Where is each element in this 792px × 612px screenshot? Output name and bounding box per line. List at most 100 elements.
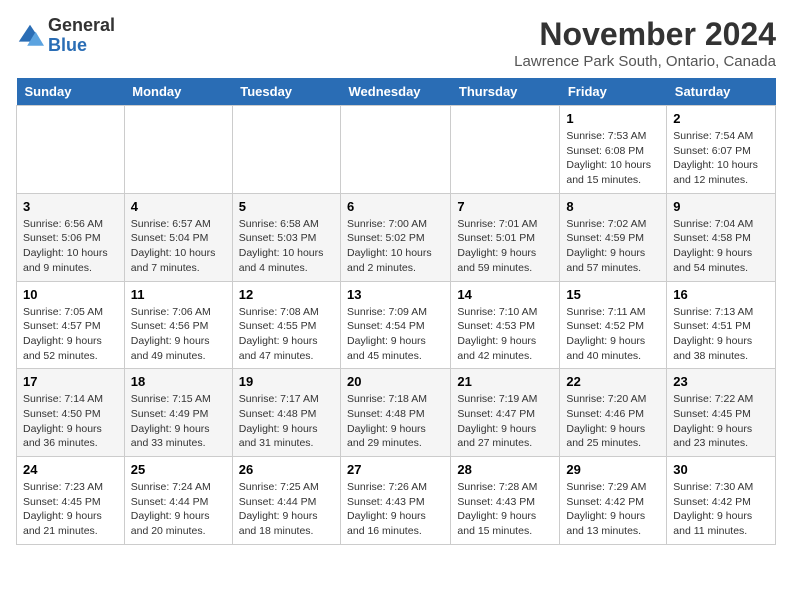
calendar-cell: 17 Sunrise: 7:14 AMSunset: 4:50 PMDayligh… xyxy=(17,369,125,457)
day-number: 13 xyxy=(347,287,444,302)
day-number: 19 xyxy=(239,374,334,389)
day-info: Sunrise: 7:10 AMSunset: 4:53 PMDaylight:… xyxy=(457,305,553,364)
day-number: 23 xyxy=(673,374,769,389)
day-info: Sunrise: 7:19 AMSunset: 4:47 PMDaylight:… xyxy=(457,392,553,451)
day-info: Sunrise: 7:26 AMSunset: 4:43 PMDaylight:… xyxy=(347,480,444,539)
calendar-cell: 2 Sunrise: 7:54 AMSunset: 6:07 PMDaylight… xyxy=(667,106,776,194)
day-number: 8 xyxy=(566,199,660,214)
header-wednesday: Wednesday xyxy=(341,78,451,106)
title-area: November 2024 Lawrence Park South, Ontar… xyxy=(514,16,776,70)
day-info: Sunrise: 7:18 AMSunset: 4:48 PMDaylight:… xyxy=(347,392,444,451)
calendar-cell: 16 Sunrise: 7:13 AMSunset: 4:51 PMDayligh… xyxy=(667,281,776,369)
day-number: 27 xyxy=(347,462,444,477)
day-info: Sunrise: 6:58 AMSunset: 5:03 PMDaylight:… xyxy=(239,217,334,276)
day-info: Sunrise: 7:30 AMSunset: 4:42 PMDaylight:… xyxy=(673,480,769,539)
week-row-5: 24Sunrise: 7:23 AMSunset: 4:45 PMDayligh… xyxy=(17,457,776,545)
day-info: Sunrise: 7:13 AMSunset: 4:51 PMDaylight:… xyxy=(673,305,769,364)
day-number: 17 xyxy=(23,374,118,389)
day-info: Sunrise: 7:06 AMSunset: 4:56 PMDaylight:… xyxy=(131,305,226,364)
day-info: Sunrise: 7:23 AMSunset: 4:45 PMDaylight:… xyxy=(23,480,118,539)
calendar-cell: 24Sunrise: 7:23 AMSunset: 4:45 PMDayligh… xyxy=(17,457,125,545)
day-info: Sunrise: 7:02 AMSunset: 4:59 PMDaylight:… xyxy=(566,217,660,276)
calendar-cell: 20 Sunrise: 7:18 AMSunset: 4:48 PMDayligh… xyxy=(341,369,451,457)
logo-general: General xyxy=(48,16,115,36)
calendar-cell xyxy=(124,106,232,194)
day-info: Sunrise: 7:09 AMSunset: 4:54 PMDaylight:… xyxy=(347,305,444,364)
day-number: 22 xyxy=(566,374,660,389)
day-info: Sunrise: 6:56 AMSunset: 5:06 PMDaylight:… xyxy=(23,217,118,276)
logo: General Blue xyxy=(16,16,115,56)
calendar-cell: 27 Sunrise: 7:26 AMSunset: 4:43 PMDayligh… xyxy=(341,457,451,545)
calendar-cell: 18 Sunrise: 7:15 AMSunset: 4:49 PMDayligh… xyxy=(124,369,232,457)
day-info: Sunrise: 7:01 AMSunset: 5:01 PMDaylight:… xyxy=(457,217,553,276)
header-monday: Monday xyxy=(124,78,232,106)
calendar-cell xyxy=(17,106,125,194)
day-info: Sunrise: 7:05 AMSunset: 4:57 PMDaylight:… xyxy=(23,305,118,364)
day-number: 5 xyxy=(239,199,334,214)
week-row-1: 1 Sunrise: 7:53 AMSunset: 6:08 PMDaylight… xyxy=(17,106,776,194)
calendar-cell: 13 Sunrise: 7:09 AMSunset: 4:54 PMDayligh… xyxy=(341,281,451,369)
day-info: Sunrise: 7:11 AMSunset: 4:52 PMDaylight:… xyxy=(566,305,660,364)
calendar-cell: 29 Sunrise: 7:29 AMSunset: 4:42 PMDayligh… xyxy=(560,457,667,545)
day-info: Sunrise: 7:00 AMSunset: 5:02 PMDaylight:… xyxy=(347,217,444,276)
calendar-cell: 23Sunrise: 7:22 AMSunset: 4:45 PMDayligh… xyxy=(667,369,776,457)
calendar-cell: 26Sunrise: 7:25 AMSunset: 4:44 PMDayligh… xyxy=(232,457,340,545)
day-info: Sunrise: 7:24 AMSunset: 4:44 PMDaylight:… xyxy=(131,480,226,539)
day-number: 18 xyxy=(131,374,226,389)
day-info: Sunrise: 7:28 AMSunset: 4:43 PMDaylight:… xyxy=(457,480,553,539)
calendar-cell: 7 Sunrise: 7:01 AMSunset: 5:01 PMDaylight… xyxy=(451,193,560,281)
day-number: 14 xyxy=(457,287,553,302)
calendar-cell: 4Sunrise: 6:57 AMSunset: 5:04 PMDaylight… xyxy=(124,193,232,281)
calendar-cell: 30 Sunrise: 7:30 AMSunset: 4:42 PMDayligh… xyxy=(667,457,776,545)
header-saturday: Saturday xyxy=(667,78,776,106)
day-number: 16 xyxy=(673,287,769,302)
day-number: 3 xyxy=(23,199,118,214)
calendar-cell: 8 Sunrise: 7:02 AMSunset: 4:59 PMDaylight… xyxy=(560,193,667,281)
day-number: 28 xyxy=(457,462,553,477)
calendar-cell xyxy=(451,106,560,194)
day-info: Sunrise: 7:29 AMSunset: 4:42 PMDaylight:… xyxy=(566,480,660,539)
calendar-cell: 1 Sunrise: 7:53 AMSunset: 6:08 PMDaylight… xyxy=(560,106,667,194)
day-info: Sunrise: 7:15 AMSunset: 4:49 PMDaylight:… xyxy=(131,392,226,451)
week-row-3: 10 Sunrise: 7:05 AMSunset: 4:57 PMDayligh… xyxy=(17,281,776,369)
day-number: 11 xyxy=(131,287,226,302)
day-info: Sunrise: 7:04 AMSunset: 4:58 PMDaylight:… xyxy=(673,217,769,276)
header-tuesday: Tuesday xyxy=(232,78,340,106)
calendar-cell: 15 Sunrise: 7:11 AMSunset: 4:52 PMDayligh… xyxy=(560,281,667,369)
day-info: Sunrise: 7:17 AMSunset: 4:48 PMDaylight:… xyxy=(239,392,334,451)
day-info: Sunrise: 7:14 AMSunset: 4:50 PMDaylight:… xyxy=(23,392,118,451)
month-title: November 2024 xyxy=(514,16,776,53)
day-number: 10 xyxy=(23,287,118,302)
calendar-cell: 28 Sunrise: 7:28 AMSunset: 4:43 PMDayligh… xyxy=(451,457,560,545)
calendar-cell: 21Sunrise: 7:19 AMSunset: 4:47 PMDayligh… xyxy=(451,369,560,457)
day-number: 9 xyxy=(673,199,769,214)
day-info: Sunrise: 7:20 AMSunset: 4:46 PMDaylight:… xyxy=(566,392,660,451)
day-info: Sunrise: 7:25 AMSunset: 4:44 PMDaylight:… xyxy=(239,480,334,539)
day-number: 12 xyxy=(239,287,334,302)
calendar-cell: 19 Sunrise: 7:17 AMSunset: 4:48 PMDayligh… xyxy=(232,369,340,457)
calendar-header-row: SundayMondayTuesdayWednesdayThursdayFrid… xyxy=(17,78,776,106)
calendar-cell xyxy=(232,106,340,194)
page-header: General Blue November 2024 Lawrence Park… xyxy=(16,16,776,70)
calendar-cell: 9 Sunrise: 7:04 AMSunset: 4:58 PMDaylight… xyxy=(667,193,776,281)
calendar-cell: 12Sunrise: 7:08 AMSunset: 4:55 PMDayligh… xyxy=(232,281,340,369)
day-info: Sunrise: 7:54 AMSunset: 6:07 PMDaylight:… xyxy=(673,129,769,188)
calendar-cell: 14 Sunrise: 7:10 AMSunset: 4:53 PMDayligh… xyxy=(451,281,560,369)
day-number: 6 xyxy=(347,199,444,214)
logo-icon xyxy=(16,22,44,50)
day-number: 2 xyxy=(673,111,769,126)
day-number: 1 xyxy=(566,111,660,126)
day-number: 29 xyxy=(566,462,660,477)
logo-blue: Blue xyxy=(48,36,115,56)
day-number: 7 xyxy=(457,199,553,214)
week-row-4: 17 Sunrise: 7:14 AMSunset: 4:50 PMDayligh… xyxy=(17,369,776,457)
calendar-cell: 10 Sunrise: 7:05 AMSunset: 4:57 PMDayligh… xyxy=(17,281,125,369)
day-number: 15 xyxy=(566,287,660,302)
calendar-cell xyxy=(341,106,451,194)
day-info: Sunrise: 7:53 AMSunset: 6:08 PMDaylight:… xyxy=(566,129,660,188)
header-sunday: Sunday xyxy=(17,78,125,106)
day-number: 20 xyxy=(347,374,444,389)
day-number: 30 xyxy=(673,462,769,477)
day-number: 4 xyxy=(131,199,226,214)
calendar-cell: 22 Sunrise: 7:20 AMSunset: 4:46 PMDayligh… xyxy=(560,369,667,457)
